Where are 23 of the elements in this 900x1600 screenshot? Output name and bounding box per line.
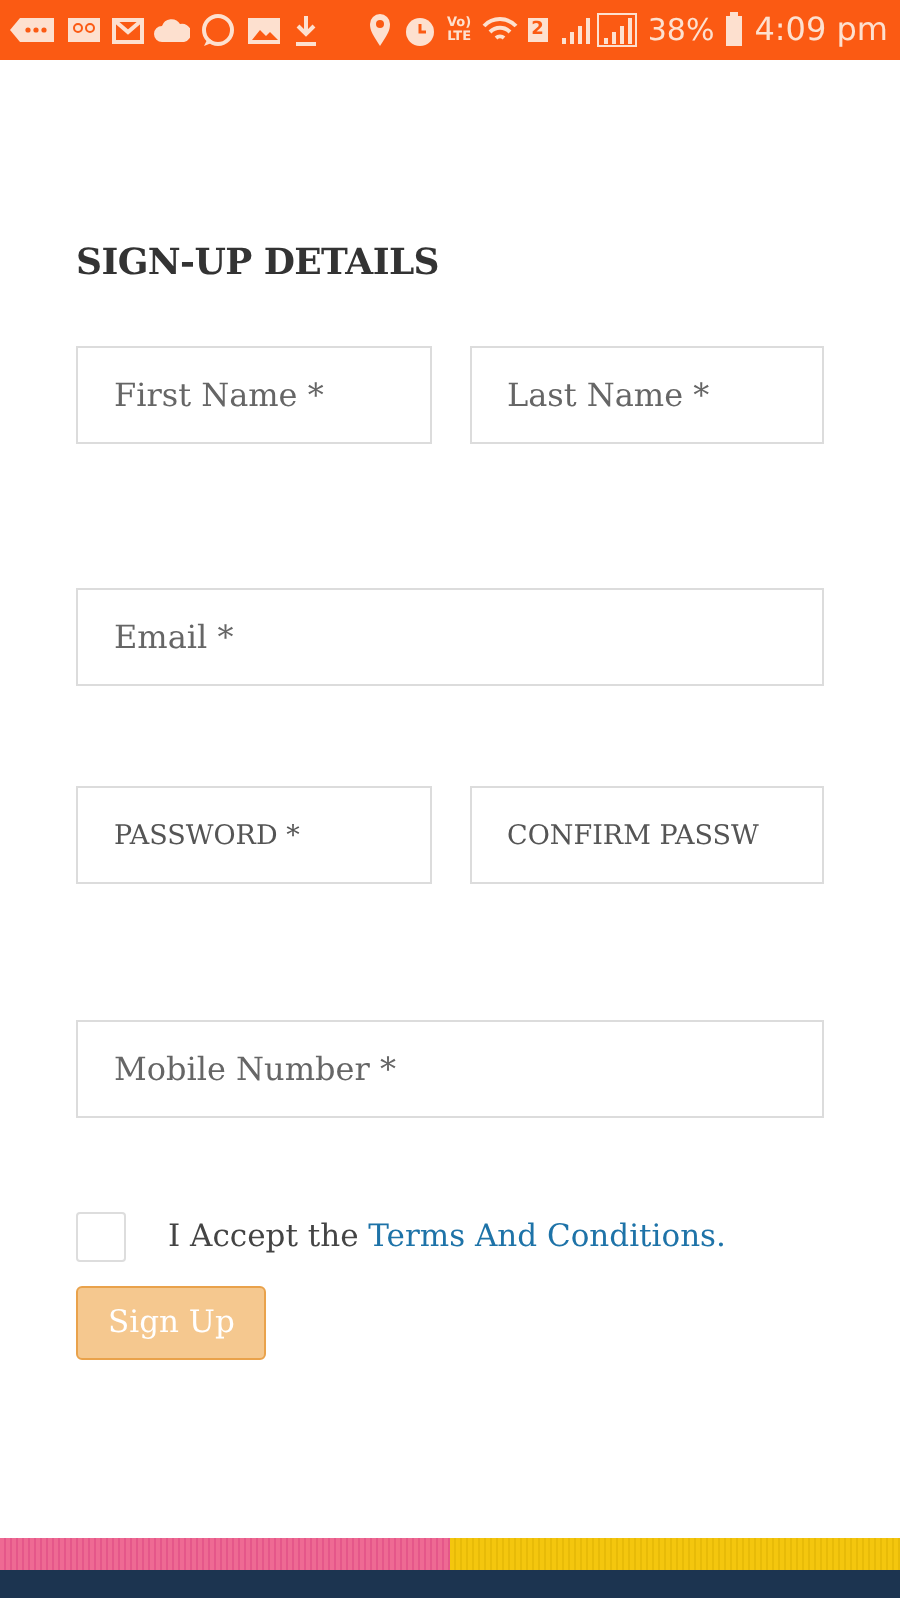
voicemail-icon <box>66 12 102 48</box>
mail-icon <box>112 12 144 48</box>
location-icon <box>367 12 391 48</box>
section-heading: SIGN-UP DETAILS <box>76 240 441 288</box>
chat-icon <box>200 12 236 48</box>
input-field[interactable]: Last Name * <box>469 346 824 444</box>
password-field[interactable]: PASSWORD * <box>76 786 431 884</box>
terms-text: I Accept the Terms And Conditions. <box>168 1215 726 1258</box>
battery-icon <box>724 12 745 48</box>
input-field[interactable]: Email * <box>76 588 824 686</box>
image-icon <box>246 12 282 48</box>
clock-time: 4:09 pm <box>754 8 888 52</box>
alarm-icon <box>401 12 437 48</box>
signal-icon <box>557 12 638 48</box>
checkbox[interactable] <box>76 1212 126 1262</box>
input-field[interactable]: Mobile Number * <box>76 1020 824 1118</box>
more-icon <box>8 12 56 48</box>
input-field[interactable]: First Name * <box>76 346 431 444</box>
terms-link[interactable]: Terms And Conditions. <box>368 1217 726 1254</box>
sim-badge: 2 <box>527 18 548 42</box>
password-field[interactable]: CONFIRM PASSW <box>469 786 824 884</box>
battery-percentage: 38% <box>647 9 715 52</box>
download-icon <box>292 12 320 48</box>
